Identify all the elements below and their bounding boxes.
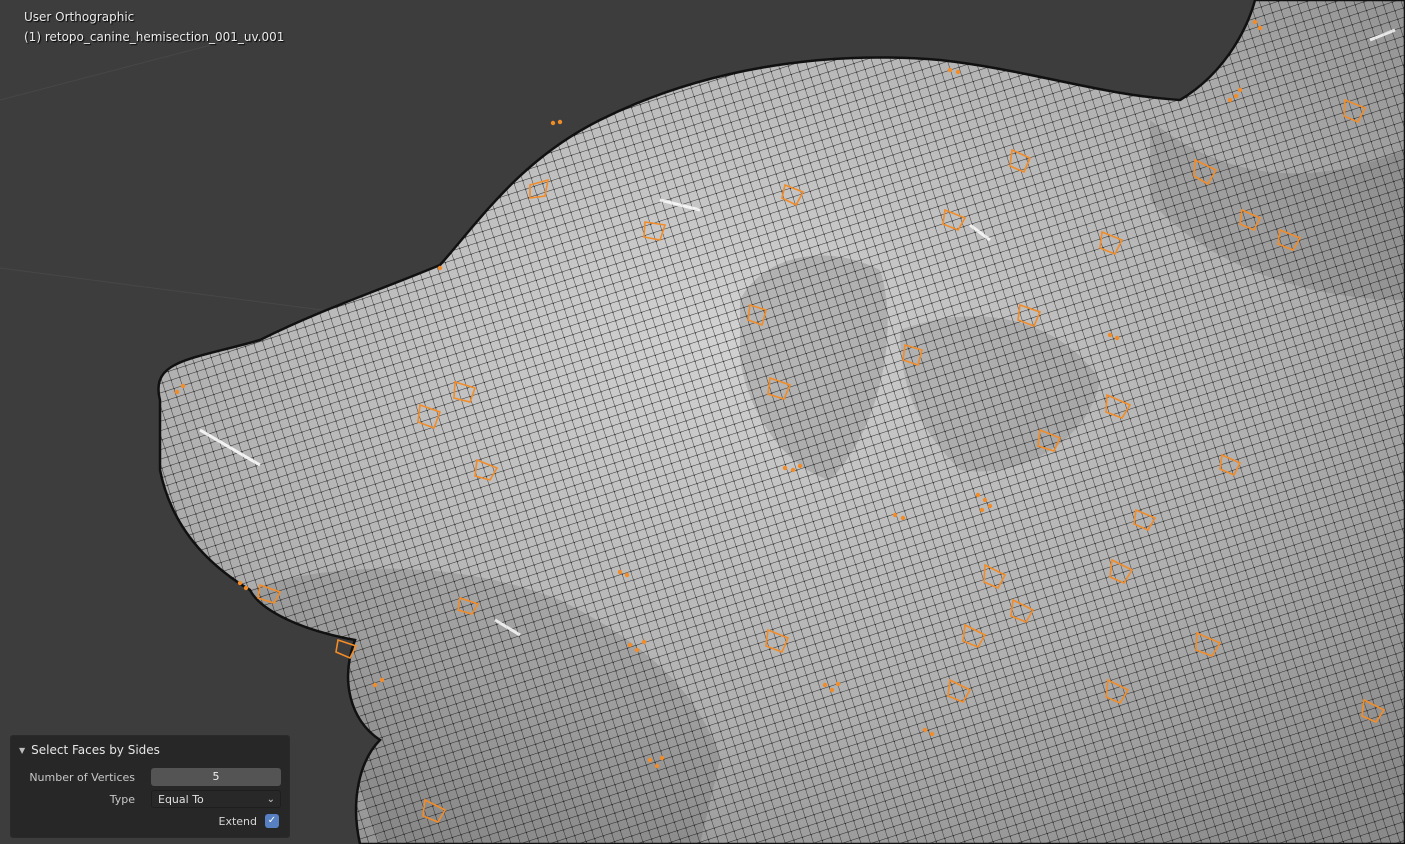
checkmark-icon: ✓ <box>267 815 277 826</box>
type-dropdown-value: Equal To <box>158 793 204 806</box>
grid-line <box>0 39 231 101</box>
view-name-label: User Orthographic <box>24 10 135 24</box>
number-of-vertices-label: Number of Vertices <box>29 770 135 784</box>
grid-line <box>0 267 361 316</box>
operator-panel-header[interactable]: ▼ Select Faces by Sides <box>19 740 160 760</box>
extend-label: Extend <box>218 814 258 828</box>
type-label: Type <box>109 792 135 806</box>
operator-panel: ▼ Select Faces by Sides Number of Vertic… <box>10 735 290 838</box>
extend-checkbox[interactable]: ✓ <box>265 814 279 828</box>
mesh-canvas[interactable] <box>0 0 1405 844</box>
extend-row: Extend ✓ <box>11 811 289 831</box>
number-of-vertices-row: Number of Vertices 5 <box>11 767 289 787</box>
dog-head-mesh[interactable] <box>0 0 1405 844</box>
type-row: Type Equal To ⌄ <box>11 789 289 809</box>
3d-viewport[interactable]: User Orthographic (1) retopo_canine_hemi… <box>0 0 1405 844</box>
operator-title: Select Faces by Sides <box>31 743 160 757</box>
triangle-down-icon[interactable]: ▼ <box>19 746 25 755</box>
active-object-label: (1) retopo_canine_hemisection_001_uv.001 <box>24 30 285 44</box>
number-of-vertices-field[interactable]: 5 <box>151 768 281 786</box>
chevron-down-icon: ⌄ <box>266 794 275 805</box>
type-dropdown[interactable]: Equal To ⌄ <box>151 790 281 808</box>
